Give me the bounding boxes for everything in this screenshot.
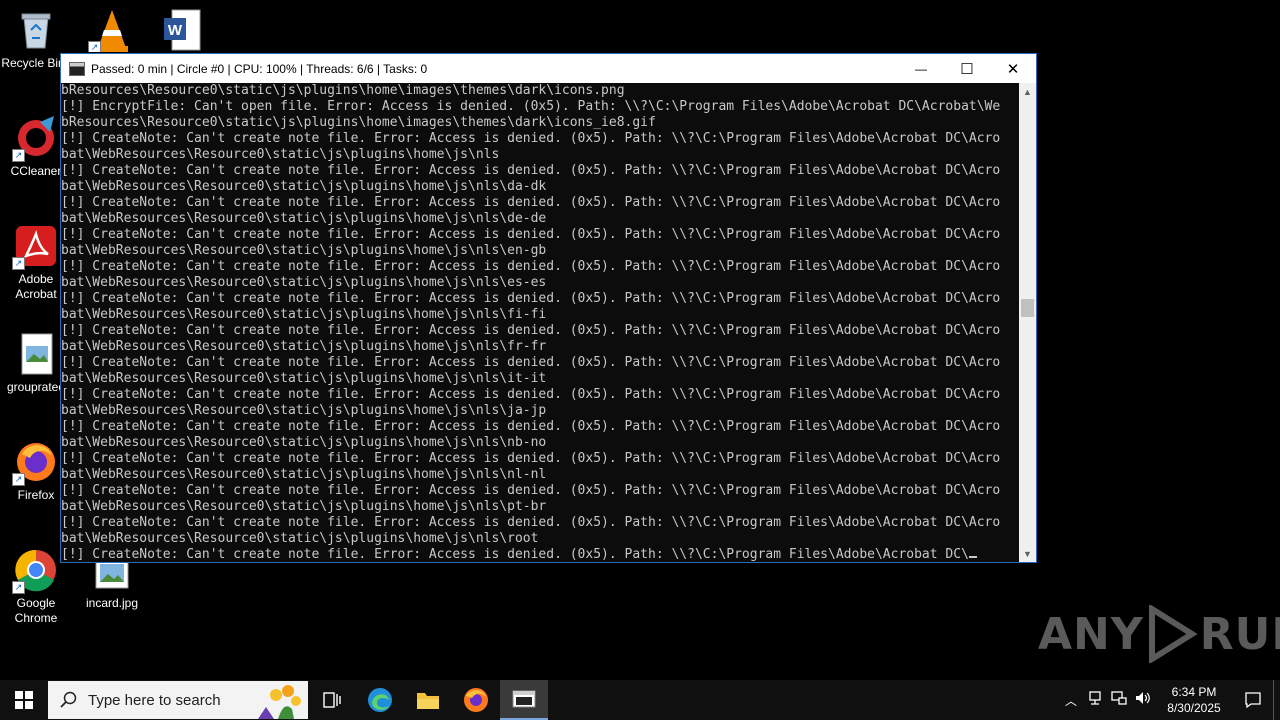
- show-hidden-icons-chevron-icon[interactable]: ︿: [1059, 692, 1083, 709]
- notification-icon: [1245, 692, 1261, 709]
- console-line: [!] EncryptFile: Can't open file. Error:…: [61, 99, 1001, 114]
- scrollbar-thumb[interactable]: [1021, 299, 1034, 317]
- image-file-icon: [14, 332, 58, 376]
- maximize-button[interactable]: ☐: [944, 54, 990, 83]
- volume-icon[interactable]: [1131, 690, 1155, 711]
- console-line: bat\WebResources\Resource0\static\js\plu…: [61, 371, 547, 386]
- minimize-button[interactable]: —: [898, 54, 944, 83]
- console-app-icon: [69, 61, 85, 76]
- desktop-icon-label: Recycle Bin: [1, 56, 65, 70]
- shortcut-arrow-icon: ↗: [88, 41, 101, 52]
- shortcut-arrow-icon: ↗: [12, 581, 25, 594]
- desktop-icon-label-text: Adobe Acrobat: [15, 272, 57, 301]
- folder-icon: [417, 693, 439, 709]
- console-line: [!] CreateNote: Can't create note file. …: [61, 483, 1001, 498]
- console-line: [!] CreateNote: Can't create note file. …: [61, 131, 1001, 146]
- console-line: [!] CreateNote: Can't create note file. …: [61, 323, 1001, 338]
- console-line: bat\WebResources\Resource0\static\js\plu…: [61, 435, 547, 450]
- console-line: [!] CreateNote: Can't create note file. …: [61, 515, 1001, 530]
- taskbar-firefox-button[interactable]: [452, 680, 500, 720]
- search-highlight-flowers-icon: [258, 685, 301, 719]
- console-line: [!] CreateNote: Can't create note file. …: [61, 227, 1001, 242]
- watermark-text-right: RUN: [1199, 608, 1280, 660]
- firefox-icon: [464, 688, 488, 712]
- window-titlebar[interactable]: Passed: 0 min | Circle #0 | CPU: 100% | …: [61, 54, 1036, 83]
- console-line: bat\WebResources\Resource0\static\js\plu…: [61, 243, 547, 258]
- system-tray: ︿ 6:34 PM 8/30/2025: [1059, 680, 1280, 720]
- console-window-icon: [512, 690, 536, 708]
- task-view-button[interactable]: [308, 680, 356, 720]
- console-line: [!] CreateNote: Can't create note file. …: [61, 419, 1001, 434]
- console-line: bResources\Resource0\static\js\plugins\h…: [61, 83, 625, 98]
- console-line: [!] CreateNote: Can't create note file. …: [61, 291, 1001, 306]
- console-line: [!] CreateNote: Can't create note file. …: [61, 547, 1021, 562]
- clock-date: 8/30/2025: [1167, 701, 1221, 715]
- taskbar-clock[interactable]: 6:34 PM 8/30/2025: [1155, 684, 1233, 716]
- desktop-icon-label-text: Google Chrome: [14, 596, 58, 625]
- console-line: [!] CreateNote: Can't create note file. …: [61, 163, 1001, 178]
- firefox-icon: ↗: [12, 440, 58, 486]
- console-line: bat\WebResources\Resource0\static\js\plu…: [61, 499, 547, 514]
- svg-text:W: W: [168, 22, 183, 39]
- taskbar-file-explorer-button[interactable]: [404, 680, 452, 720]
- console-window[interactable]: Passed: 0 min | Circle #0 | CPU: 100% | …: [60, 53, 1037, 563]
- console-line: [!] CreateNote: Can't create note file. …: [61, 451, 1001, 466]
- console-line: bat\WebResources\Resource0\static\js\plu…: [61, 179, 547, 194]
- console-line: bat\WebResources\Resource0\static\js\plu…: [61, 339, 547, 354]
- console-line: bat\WebResources\Resource0\static\js\plu…: [61, 275, 547, 290]
- ccleaner-icon: ↗: [12, 116, 58, 162]
- console-line: bat\WebResources\Resource0\static\js\plu…: [61, 531, 539, 546]
- taskbar-search-box[interactable]: Type here to search: [48, 681, 308, 719]
- console-output[interactable]: bResources\Resource0\static\js\plugins\h…: [61, 83, 1021, 562]
- console-line: [!] CreateNote: Can't create note file. …: [61, 259, 1001, 274]
- anyrun-watermark: ANY RUN: [1038, 605, 1280, 663]
- start-button[interactable]: [0, 680, 48, 720]
- desktop-icon-incard[interactable]: incard.jpg: [74, 556, 150, 611]
- vlc-cone-icon: ↗: [88, 8, 134, 52]
- clock-time: 6:34 PM: [1171, 685, 1217, 699]
- desktop-icon-word-document[interactable]: W: [146, 8, 222, 52]
- window-title: Passed: 0 min | Circle #0 | CPU: 100% | …: [91, 61, 428, 76]
- desktop-icon-label: Google Chrome: [6, 596, 66, 626]
- search-icon: [60, 691, 77, 708]
- desktop-icon-vlc[interactable]: ↗: [74, 8, 150, 52]
- search-placeholder: Type here to search: [88, 691, 221, 709]
- desktop-icon-label: incard.jpg: [85, 596, 139, 610]
- ethernet-icon[interactable]: [1107, 690, 1131, 711]
- console-cursor: [968, 556, 977, 558]
- shortcut-arrow-icon: ↗: [12, 257, 25, 270]
- console-line: [!] CreateNote: Can't create note file. …: [61, 195, 1001, 210]
- console-line: bat\WebResources\Resource0\static\js\plu…: [61, 467, 547, 482]
- play-triangle-icon: [1148, 605, 1198, 663]
- shortcut-arrow-icon: ↗: [12, 149, 25, 162]
- console-line: bat\WebResources\Resource0\static\js\plu…: [61, 307, 547, 322]
- console-line: bat\WebResources\Resource0\static\js\plu…: [61, 147, 500, 162]
- task-view-icon: [323, 692, 341, 708]
- notification-center-button[interactable]: [1233, 691, 1273, 709]
- recycle-bin-icon: [14, 8, 58, 52]
- console-line: bat\WebResources\Resource0\static\js\plu…: [61, 211, 547, 226]
- taskbar-edge-button[interactable]: [356, 680, 404, 720]
- taskbar-console-button[interactable]: [500, 680, 548, 720]
- watermark-text-left: ANY: [1038, 608, 1144, 660]
- vertical-scrollbar[interactable]: ▲ ▼: [1019, 83, 1036, 562]
- windows-logo-icon: [15, 691, 33, 709]
- console-line: bat\WebResources\Resource0\static\js\plu…: [61, 403, 547, 418]
- show-desktop-button[interactable]: [1273, 680, 1280, 720]
- console-line: [!] CreateNote: Can't create note file. …: [61, 355, 1001, 370]
- word-document-icon: W: [162, 8, 206, 52]
- console-line: bResources\Resource0\static\js\plugins\h…: [61, 115, 656, 130]
- chrome-icon: ↗: [12, 548, 58, 594]
- scroll-down-arrow-icon[interactable]: ▼: [1019, 545, 1036, 562]
- scroll-up-arrow-icon[interactable]: ▲: [1019, 83, 1036, 100]
- edge-icon: [368, 688, 392, 712]
- close-button[interactable]: ✕: [990, 54, 1036, 83]
- adobe-acrobat-icon: ↗: [12, 224, 58, 270]
- console-line: [!] CreateNote: Can't create note file. …: [61, 387, 1001, 402]
- network-adapter-icon[interactable]: [1083, 690, 1107, 711]
- taskbar: Type here to search ︿ 6:34 PM 8/30/2025: [0, 680, 1280, 720]
- shortcut-arrow-icon: ↗: [12, 473, 25, 486]
